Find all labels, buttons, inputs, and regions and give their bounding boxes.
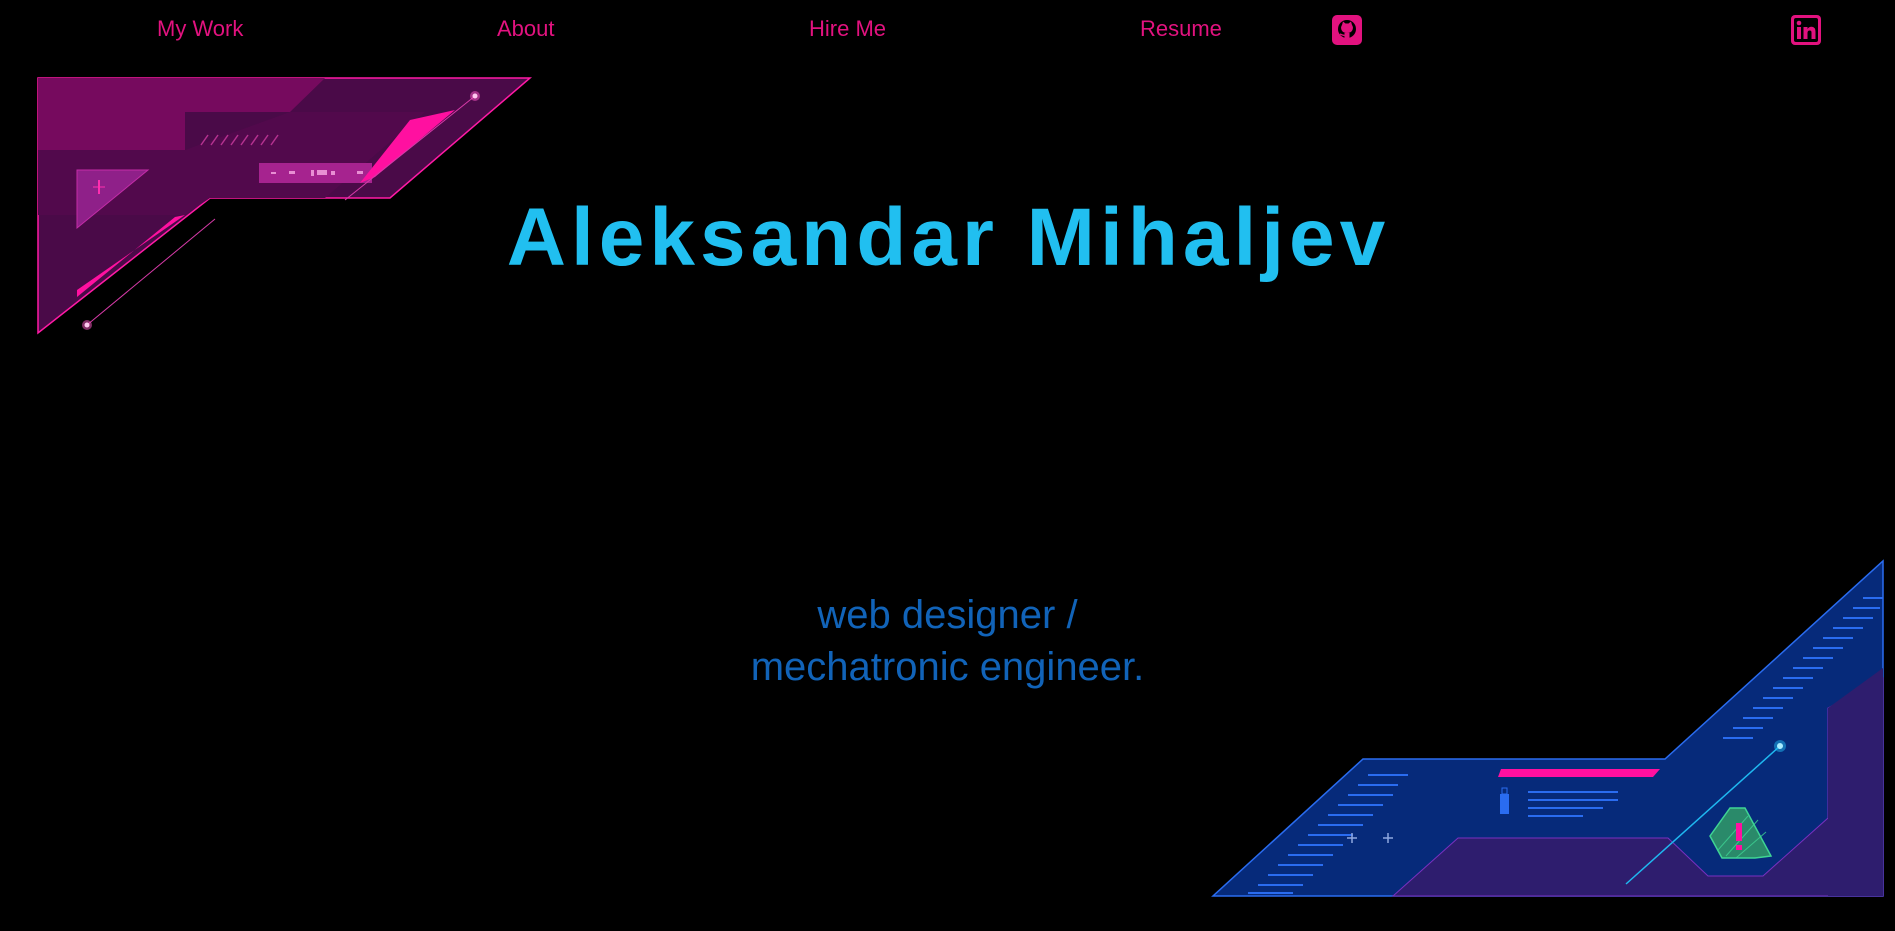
- hero-name-heading: Aleksandar Mihaljev: [0, 188, 1895, 288]
- linkedin-icon: [1791, 15, 1821, 45]
- github-icon: [1332, 15, 1362, 45]
- hero-name-text: Aleksandar Mihaljev: [506, 192, 1391, 283]
- nav-link-my-work[interactable]: My Work: [157, 14, 243, 44]
- nav-link-resume[interactable]: Resume: [1140, 14, 1222, 44]
- nav-link-hire-me[interactable]: Hire Me: [809, 14, 886, 44]
- blue-hud-panel-graphic: [1211, 559, 1884, 897]
- linkedin-link[interactable]: [1791, 15, 1821, 45]
- nav-link-about[interactable]: About: [497, 14, 555, 44]
- github-link[interactable]: [1332, 15, 1362, 45]
